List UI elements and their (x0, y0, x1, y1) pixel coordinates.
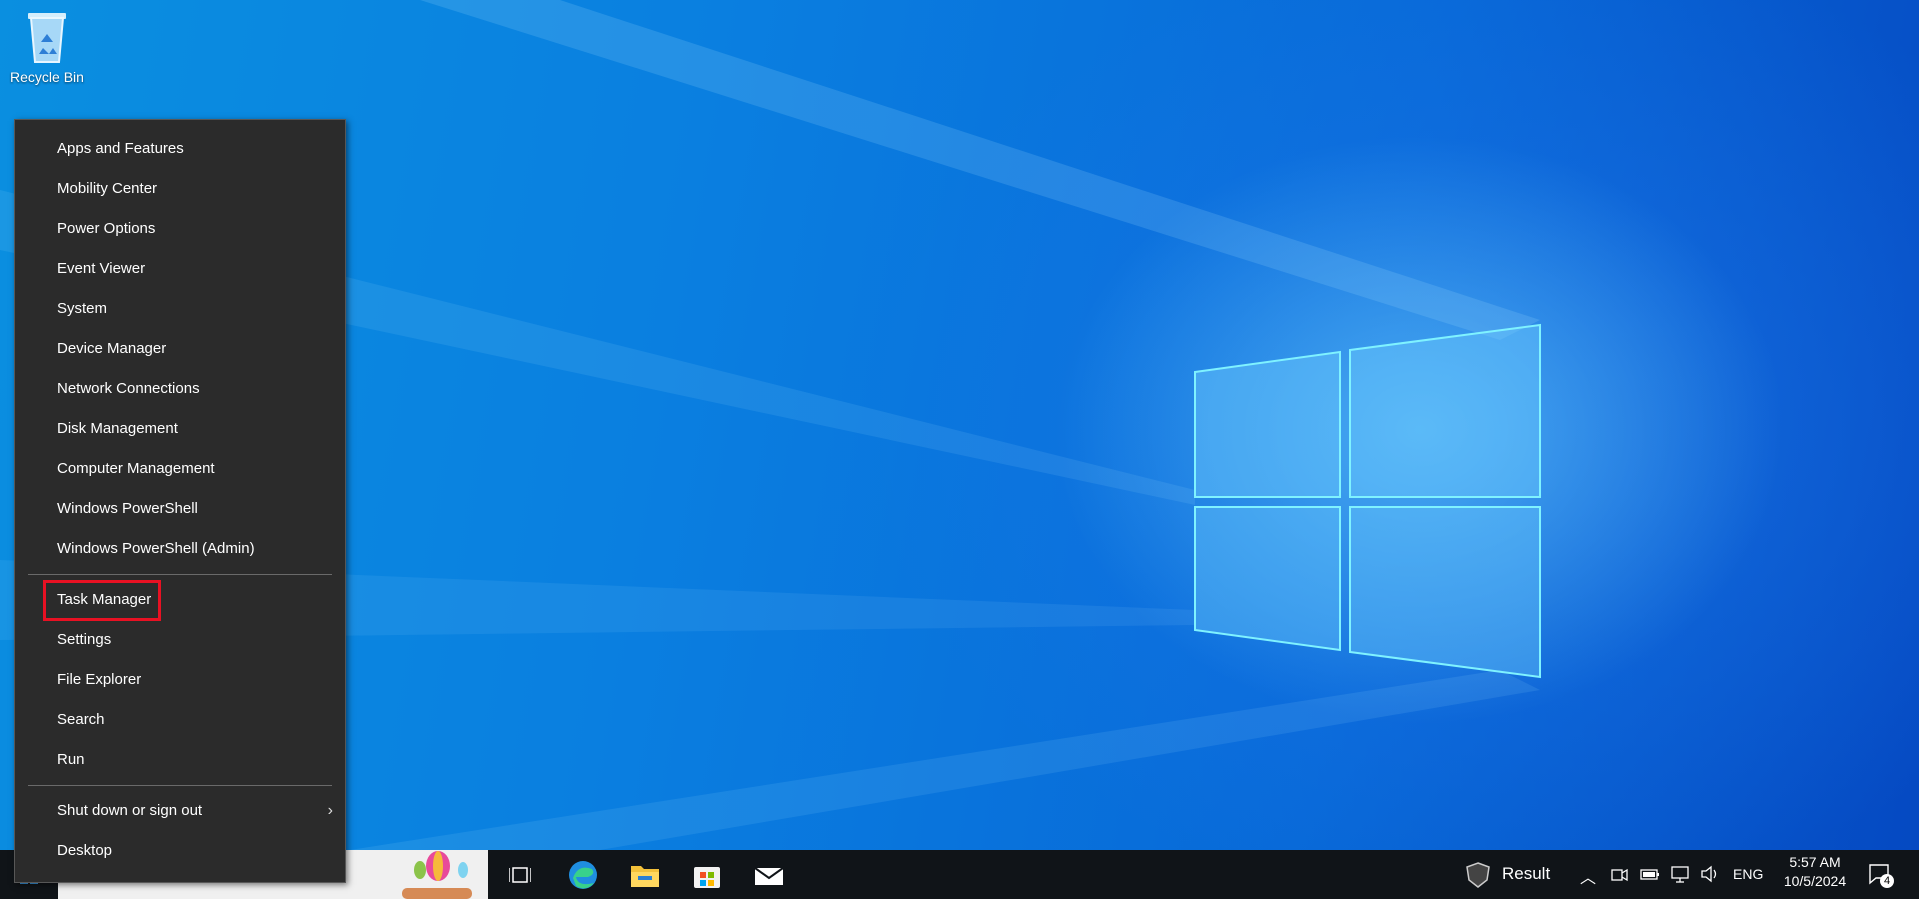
language-indicator[interactable]: ENG (1733, 866, 1763, 882)
nhl-shield-icon (1466, 861, 1490, 888)
task-view-icon (509, 866, 531, 883)
menu-item-file-explorer[interactable]: File Explorer (15, 661, 345, 699)
task-manager-highlight (43, 580, 161, 621)
menu-item-settings[interactable]: Settings (15, 621, 345, 659)
notification-badge: 4 (1880, 874, 1894, 888)
menu-item-label: Power Options (57, 220, 156, 237)
power-user-menu: Apps and Features Mobility Center Power Op… (14, 119, 346, 883)
menu-item-desktop[interactable]: Desktop (15, 832, 345, 870)
clock-date: 10/5/2024 (1783, 873, 1847, 889)
edge-button[interactable] (558, 850, 608, 899)
menu-item-label: Windows PowerShell (57, 500, 198, 517)
menu-item-label: Settings (57, 631, 112, 648)
file-explorer-button[interactable] (620, 850, 670, 899)
clock[interactable]: 5:57 AM 10/5/2024 (1780, 854, 1850, 889)
menu-item-shut-down-or-sign-out[interactable]: Shut down or sign out › (15, 792, 345, 830)
menu-item-label: Mobility Center (57, 180, 158, 197)
menu-item-search[interactable]: Search (15, 701, 345, 739)
menu-item-event-viewer[interactable]: Event Viewer (15, 250, 345, 288)
mail-icon (754, 866, 784, 885)
action-center-button[interactable]: 4 (1868, 862, 1894, 888)
menu-item-label: Computer Management (57, 460, 215, 477)
nhl-widget-icon[interactable] (1463, 850, 1493, 899)
chevron-right-icon: › (327, 802, 333, 819)
menu-item-system[interactable]: System (15, 290, 345, 328)
menu-separator (28, 574, 332, 575)
meet-now-icon[interactable] (1610, 865, 1628, 883)
windows-logo (1194, 323, 1541, 679)
store-button[interactable] (682, 850, 732, 899)
menu-item-disk-management[interactable]: Disk Management (15, 410, 345, 448)
network-icon[interactable] (1670, 864, 1690, 884)
menu-item-windows-powershell-admin[interactable]: Windows PowerShell (Admin) (15, 530, 345, 568)
menu-item-label: Desktop (57, 842, 113, 859)
menu-item-label: File Explorer (57, 671, 142, 688)
task-view-button[interactable] (495, 850, 545, 899)
folder-icon (631, 865, 659, 887)
store-icon (694, 866, 720, 888)
menu-item-label: Apps and Features (57, 140, 184, 157)
recycle-bin[interactable]: Recycle Bin (4, 8, 90, 85)
menu-item-network-connections[interactable]: Network Connections (15, 370, 345, 408)
menu-item-apps-and-features[interactable]: Apps and Features (15, 130, 345, 168)
recycle-bin-label: Recycle Bin (10, 69, 84, 85)
menu-item-label: Shut down or sign out (57, 802, 203, 819)
menu-item-mobility-center[interactable]: Mobility Center (15, 170, 345, 208)
menu-item-label: Disk Management (57, 420, 178, 437)
menu-separator (28, 785, 332, 786)
menu-item-label: Search (57, 711, 105, 728)
menu-item-label: Run (57, 751, 85, 768)
menu-item-label: System (57, 300, 108, 317)
recycle-bin-icon (28, 13, 66, 63)
search-highlight-balloons-icon (402, 851, 472, 899)
widget-label[interactable]: Result (1502, 864, 1550, 884)
edge-icon (569, 860, 597, 889)
menu-item-power-options[interactable]: Power Options (15, 210, 345, 248)
volume-icon[interactable] (1700, 864, 1720, 884)
menu-item-computer-management[interactable]: Computer Management (15, 450, 345, 488)
mail-button[interactable] (744, 850, 794, 899)
menu-item-label: Windows PowerShell (Admin) (57, 540, 255, 557)
menu-item-label: Device Manager (57, 340, 167, 357)
clock-time: 5:57 AM (1789, 854, 1841, 870)
menu-item-device-manager[interactable]: Device Manager (15, 330, 345, 368)
menu-item-label: Network Connections (57, 380, 200, 397)
menu-item-run[interactable]: Run (15, 741, 345, 779)
battery-icon[interactable] (1640, 865, 1660, 883)
menu-item-label: Event Viewer (57, 260, 146, 277)
menu-item-windows-powershell[interactable]: Windows PowerShell (15, 490, 345, 528)
show-hidden-icons-chevron-icon[interactable]: ︿ (1580, 864, 1596, 888)
